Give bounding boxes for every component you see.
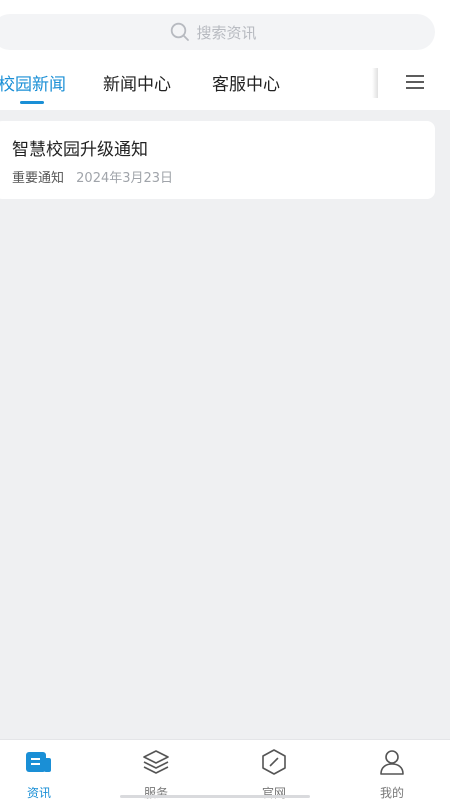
- nav-item-profile[interactable]: 我的: [352, 748, 432, 800]
- news-icon: [26, 752, 51, 772]
- nav-label-news: 资讯: [26, 786, 51, 800]
- app-screen: 搜索资讯 校园新闻 新闻中心 客服中心 智慧校园升级通知 重要通知 2024年3…: [0, 0, 450, 800]
- search-icon: [171, 22, 190, 41]
- nav-label-profile: 我的: [379, 786, 404, 800]
- tab-campus-news[interactable]: 校园新闻: [0, 70, 66, 95]
- news-tag: 重要通知: [12, 171, 65, 186]
- tab-service-center[interactable]: 客服中心: [212, 70, 280, 95]
- news-title: 智慧校园升级通知: [12, 140, 148, 160]
- compass-icon: [262, 749, 286, 775]
- search-placeholder: 搜索资讯: [196, 23, 257, 42]
- user-icon: [380, 750, 404, 775]
- nav-item-services[interactable]: 服务: [116, 748, 196, 800]
- tab-menu-button[interactable]: [380, 62, 450, 102]
- bottom-navigation: 资讯 服务 官网 我的: [0, 739, 450, 800]
- active-tab-indicator: [20, 101, 44, 104]
- layers-icon: [143, 750, 169, 774]
- menu-icon: [406, 75, 424, 89]
- home-indicator: [120, 795, 310, 798]
- tabs-scroll-shadow: [372, 68, 378, 98]
- tab-news-center[interactable]: 新闻中心: [103, 70, 171, 95]
- news-date: 2024年3月23日: [76, 171, 174, 186]
- nav-item-website[interactable]: 官网: [234, 748, 314, 800]
- nav-item-news[interactable]: 资讯: [0, 748, 79, 800]
- search-bar[interactable]: 搜索资讯: [0, 14, 435, 50]
- news-meta: 重要通知 2024年3月23日: [12, 167, 173, 186]
- news-card[interactable]: 智慧校园升级通知 重要通知 2024年3月23日: [0, 121, 435, 199]
- header: 搜索资讯 校园新闻 新闻中心 客服中心: [0, 0, 450, 110]
